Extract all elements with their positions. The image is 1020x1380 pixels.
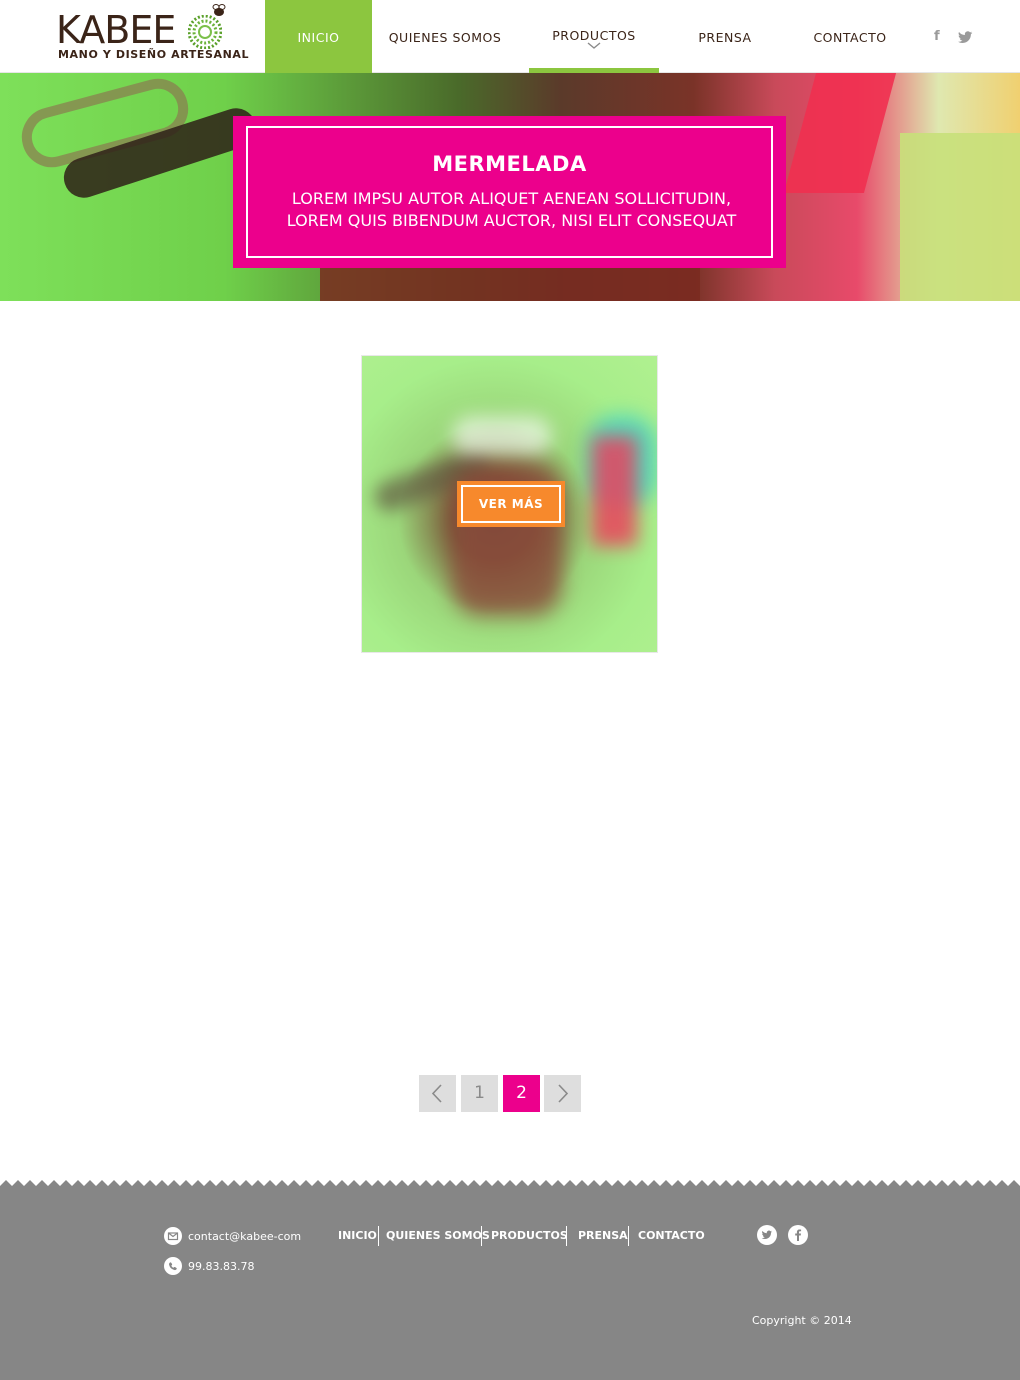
hero-description: LOREM IMPSU AUTOR ALIQUET AENEAN SOLLICI… bbox=[286, 189, 737, 230]
ver-mas-label: VER MÁS bbox=[461, 485, 561, 523]
nav-item-productos[interactable]: PRODUCTOS bbox=[529, 0, 659, 73]
footer-nav-divider bbox=[378, 1226, 379, 1246]
chevron-right-icon bbox=[558, 1084, 569, 1103]
product-tile[interactable]: VER MÁS bbox=[361, 355, 658, 653]
brand-name: KABEE bbox=[56, 8, 176, 52]
footer-phone-text: 99.83.83.78 bbox=[188, 1259, 255, 1273]
footer-twitter-icon[interactable] bbox=[757, 1225, 777, 1245]
pagination-page-label: 1 bbox=[474, 1083, 485, 1103]
footer-nav-divider bbox=[566, 1226, 567, 1246]
pagination: 1 2 bbox=[419, 1075, 581, 1112]
footer-nav-prensa[interactable]: PRENSA bbox=[578, 1226, 628, 1246]
brand-tagline: MANO Y DISEÑO ARTESANAL bbox=[58, 48, 250, 61]
hero-bg-green-fabric bbox=[900, 133, 1020, 301]
nav-item-quienes-somos[interactable]: QUIENES SOMOS bbox=[372, 0, 518, 73]
footer-background bbox=[0, 1192, 1020, 1380]
pagination-page-1[interactable]: 1 bbox=[461, 1075, 498, 1112]
hero-banner: MERMELADA LOREM IMPSU AUTOR ALIQUET AENE… bbox=[0, 73, 1020, 301]
footer-nav-divider bbox=[628, 1226, 629, 1246]
mail-icon bbox=[164, 1227, 182, 1245]
ver-mas-button[interactable]: VER MÁS bbox=[457, 481, 565, 527]
facebook-icon[interactable]: f bbox=[934, 29, 940, 44]
chevron-left-icon bbox=[431, 1084, 442, 1103]
hero-card: MERMELADA LOREM IMPSU AUTOR ALIQUET AENE… bbox=[233, 116, 786, 268]
nav-item-label: QUIENES SOMOS bbox=[388, 30, 502, 45]
footer-nav-quienes-somos[interactable]: QUIENES SOMOS bbox=[386, 1226, 490, 1246]
brand-logo[interactable]: KABEE MANO Y DISEÑO ARTESANAL bbox=[56, 4, 250, 66]
hero-bg-red-fabric bbox=[783, 73, 897, 193]
footer-nav-productos[interactable]: PRODUCTOS bbox=[491, 1226, 568, 1246]
footer-facebook-icon[interactable] bbox=[788, 1225, 808, 1245]
site-footer bbox=[0, 1180, 1020, 1380]
nav-item-label: PRODUCTOS bbox=[552, 28, 636, 43]
nav-item-label: PRENSA bbox=[698, 30, 752, 45]
sunflower-icon bbox=[188, 15, 222, 49]
footer-email-text: contact@kabee-com bbox=[188, 1229, 302, 1243]
pagination-next-button[interactable] bbox=[544, 1075, 581, 1112]
nav-item-label: CONTACTO bbox=[813, 30, 887, 45]
footer-copyright: Copyright © 2014 bbox=[752, 1314, 852, 1327]
pagination-page-label: 2 bbox=[516, 1083, 527, 1103]
nav-item-prensa[interactable]: PRENSA bbox=[675, 0, 775, 73]
bee-icon bbox=[212, 4, 226, 16]
footer-nav-divider bbox=[481, 1226, 482, 1246]
facebook-icon-glyph: f bbox=[934, 29, 940, 44]
chevron-down-icon bbox=[587, 42, 601, 49]
hero-title: MERMELADA bbox=[432, 152, 587, 176]
pagination-prev-button[interactable] bbox=[419, 1075, 456, 1112]
phone-icon bbox=[164, 1257, 182, 1275]
footer-nav-inicio[interactable]: INICIO bbox=[338, 1226, 377, 1246]
nav-item-inicio[interactable]: INICIO bbox=[265, 0, 372, 73]
pagination-page-2[interactable]: 2 bbox=[503, 1075, 540, 1112]
footer-nav-contacto[interactable]: CONTACTO bbox=[638, 1226, 705, 1246]
nav-item-label: INICIO bbox=[297, 30, 340, 45]
footer-email[interactable]: contact@kabee-com bbox=[164, 1227, 301, 1245]
hero-card-frame: MERMELADA LOREM IMPSU AUTOR ALIQUET AENE… bbox=[246, 126, 773, 258]
product-bg-shape bbox=[592, 436, 637, 546]
product-bg-shape bbox=[452, 416, 552, 456]
twitter-icon[interactable] bbox=[958, 31, 973, 44]
footer-phone[interactable]: 99.83.83.78 bbox=[164, 1257, 254, 1275]
nav-item-contacto[interactable]: CONTACTO bbox=[790, 0, 910, 73]
site-header: KABEE MANO Y DISEÑO ARTESANAL INICIO QUI… bbox=[0, 0, 1020, 73]
